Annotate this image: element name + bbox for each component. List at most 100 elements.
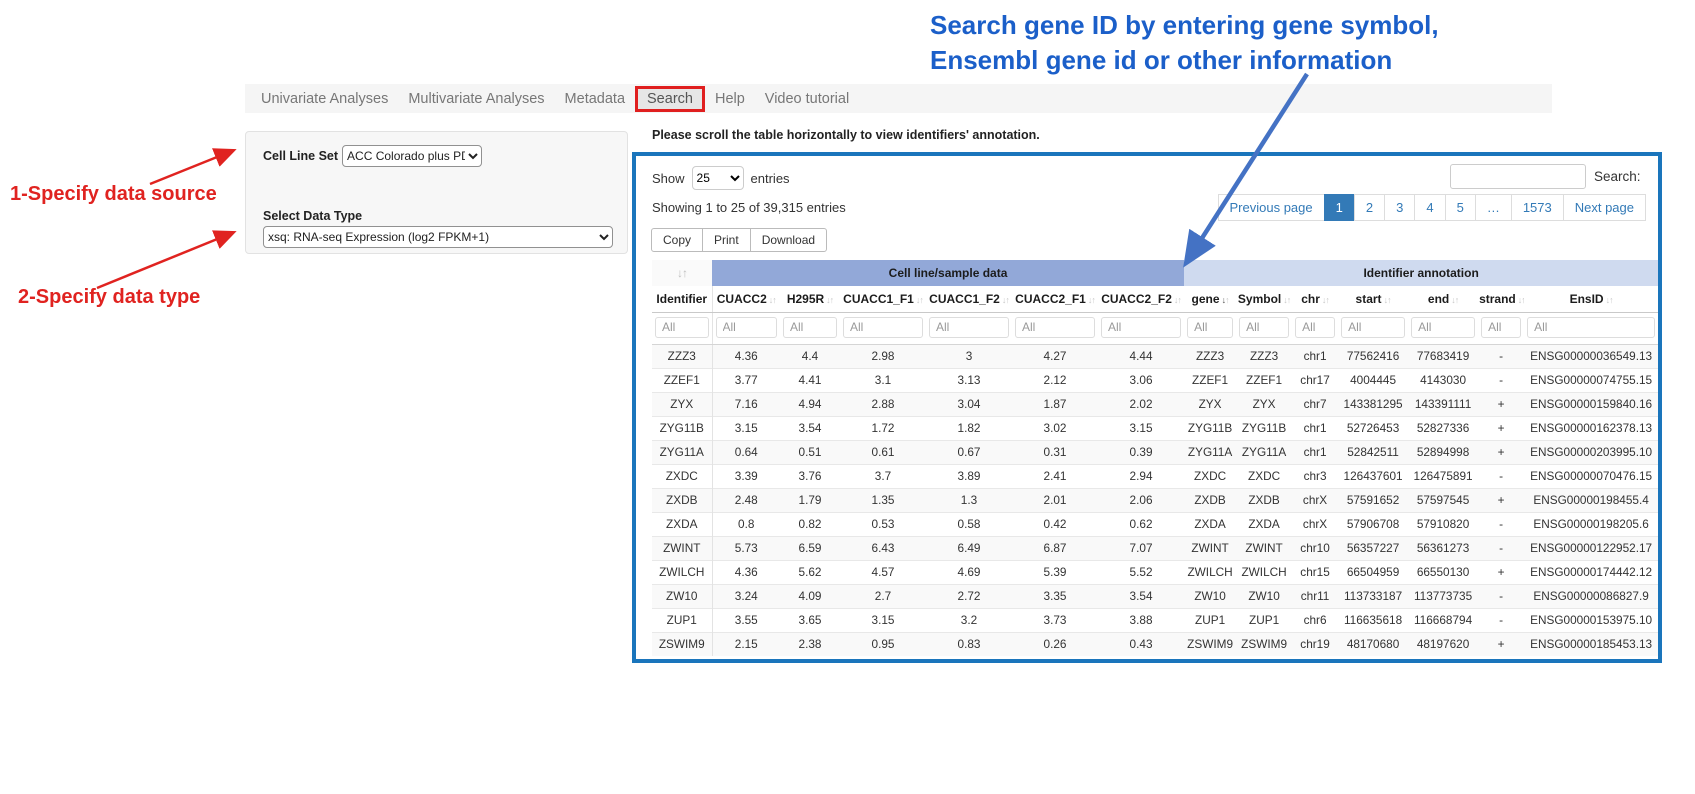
previous-page-button[interactable]: Previous page xyxy=(1218,194,1325,221)
cell-ensid: ENSG00000122952.17 xyxy=(1524,536,1658,560)
cell-identifier: ZZEF1 xyxy=(652,368,712,392)
column-header-chr[interactable]: chr↓↑ xyxy=(1292,286,1338,312)
page-ellipsis[interactable]: … xyxy=(1475,194,1512,221)
cell-symbol: ZZEF1 xyxy=(1236,368,1292,392)
column-header-gene[interactable]: gene↓↑ xyxy=(1184,286,1236,312)
cell-strand: - xyxy=(1478,464,1524,488)
column-header-symbol[interactable]: Symbol↓↑ xyxy=(1236,286,1292,312)
nav-item-metadata[interactable]: Metadata xyxy=(555,89,635,109)
nav-item-univariate-analyses[interactable]: Univariate Analyses xyxy=(251,89,398,109)
entries-label: entries xyxy=(751,171,790,186)
table-row-zswim9: ZSWIM92.152.380.950.830.260.43ZSWIM9ZSWI… xyxy=(652,632,1658,656)
cell-end: 52894998 xyxy=(1408,440,1478,464)
filter-input-cuacc2-f2[interactable] xyxy=(1101,317,1181,338)
cell-cuacc1-f1: 0.53 xyxy=(840,512,926,536)
cell-h295r: 4.09 xyxy=(780,584,840,608)
filter-input-cuacc2[interactable] xyxy=(716,317,778,338)
cell-end: 143391111 xyxy=(1408,392,1478,416)
column-header-cuacc1-f1[interactable]: CUACC1_F1↓↑ xyxy=(840,286,926,312)
print-button[interactable]: Print xyxy=(702,228,751,252)
filter-input-identifier[interactable] xyxy=(655,317,709,338)
filter-input-cuacc1-f2[interactable] xyxy=(929,317,1009,338)
column-header-start[interactable]: start↓↑ xyxy=(1338,286,1408,312)
cell-line-set-select[interactable]: ACC Colorado plus PDX xyxy=(342,145,482,167)
page-button-4[interactable]: 4 xyxy=(1414,194,1445,221)
column-header-identifier[interactable]: Identifier xyxy=(652,286,712,312)
cell-strand: - xyxy=(1478,368,1524,392)
cell-h295r: 3.76 xyxy=(780,464,840,488)
cell-cuacc1-f2: 3.89 xyxy=(926,464,1012,488)
column-header-strand[interactable]: strand↓↑ xyxy=(1478,286,1524,312)
filter-input-chr[interactable] xyxy=(1295,317,1335,338)
sort-icon: ↓↑ xyxy=(1606,295,1613,305)
column-header-cuacc2-f1[interactable]: CUACC2_F1↓↑ xyxy=(1012,286,1098,312)
cell-end: 126475891 xyxy=(1408,464,1478,488)
filter-cell-gene xyxy=(1184,312,1236,344)
cell-identifier: ZWINT xyxy=(652,536,712,560)
filter-input-symbol[interactable] xyxy=(1239,317,1289,338)
red-arrow-2 xyxy=(97,233,232,288)
cell-cuacc1-f1: 2.98 xyxy=(840,344,926,368)
group-header-identifier-annotation: Identifier annotation xyxy=(1184,260,1658,286)
page-length-select[interactable]: 25 xyxy=(692,166,744,190)
column-header-cuacc2-f2[interactable]: CUACC2_F2↓↑ xyxy=(1098,286,1184,312)
page-button-1[interactable]: 1 xyxy=(1324,194,1355,221)
page-button-2[interactable]: 2 xyxy=(1354,194,1385,221)
filter-cell-start xyxy=(1338,312,1408,344)
table-search-input[interactable] xyxy=(1450,164,1586,189)
cell-strand: - xyxy=(1478,536,1524,560)
column-header-cuacc2[interactable]: CUACC2↓↑ xyxy=(712,286,780,312)
cell-identifier: ZSWIM9 xyxy=(652,632,712,656)
cell-ensid: ENSG00000162378.13 xyxy=(1524,416,1658,440)
column-header-end[interactable]: end↓↑ xyxy=(1408,286,1478,312)
filter-input-ensid[interactable] xyxy=(1527,317,1655,338)
cell-strand: + xyxy=(1478,488,1524,512)
cell-end: 4143030 xyxy=(1408,368,1478,392)
page-button-5[interactable]: 5 xyxy=(1445,194,1476,221)
cell-cuacc2-f2: 5.52 xyxy=(1098,560,1184,584)
nav-item-help[interactable]: Help xyxy=(705,89,755,109)
cell-identifier: ZZZ3 xyxy=(652,344,712,368)
page-button-3[interactable]: 3 xyxy=(1384,194,1415,221)
cell-start: 52842511 xyxy=(1338,440,1408,464)
cell-symbol: ZYX xyxy=(1236,392,1292,416)
cell-strand: + xyxy=(1478,440,1524,464)
nav-item-multivariate-analyses[interactable]: Multivariate Analyses xyxy=(398,89,554,109)
page-button-1573[interactable]: 1573 xyxy=(1511,194,1564,221)
copy-button[interactable]: Copy xyxy=(651,228,703,252)
filter-input-h295r[interactable] xyxy=(783,317,837,338)
cell-cuacc2: 7.16 xyxy=(712,392,780,416)
cell-gene: ZXDA xyxy=(1184,512,1236,536)
filter-input-gene[interactable] xyxy=(1187,317,1233,338)
sort-icon: ↓↑ xyxy=(1322,295,1329,305)
cell-cuacc1-f1: 3.15 xyxy=(840,608,926,632)
cell-chr: chr1 xyxy=(1292,416,1338,440)
filter-input-start[interactable] xyxy=(1341,317,1405,338)
filter-input-cuacc1-f1[interactable] xyxy=(843,317,923,338)
nav-item-video-tutorial[interactable]: Video tutorial xyxy=(755,89,859,109)
download-button[interactable]: Download xyxy=(750,228,827,252)
search-label: Search: xyxy=(1594,169,1641,184)
filter-input-cuacc2-f1[interactable] xyxy=(1015,317,1095,338)
column-header-h295r[interactable]: H295R↓↑ xyxy=(780,286,840,312)
column-header-cuacc1-f2[interactable]: CUACC1_F2↓↑ xyxy=(926,286,1012,312)
cell-ensid: ENSG00000198205.6 xyxy=(1524,512,1658,536)
cell-cuacc1-f2: 3.04 xyxy=(926,392,1012,416)
table-row-zxdb: ZXDB2.481.791.351.32.012.06ZXDBZXDBchrX5… xyxy=(652,488,1658,512)
filter-input-strand[interactable] xyxy=(1481,317,1521,338)
column-label: start xyxy=(1356,292,1382,306)
cell-ensid: ENSG00000036549.13 xyxy=(1524,344,1658,368)
cell-ensid: ENSG00000070476.15 xyxy=(1524,464,1658,488)
cell-end: 66550130 xyxy=(1408,560,1478,584)
identifier-sort-cell[interactable]: ↓↑ xyxy=(652,260,712,286)
next-page-button[interactable]: Next page xyxy=(1563,194,1646,221)
cell-h295r: 4.41 xyxy=(780,368,840,392)
filter-input-end[interactable] xyxy=(1411,317,1475,338)
nav-item-search[interactable]: Search xyxy=(635,86,705,112)
cell-cuacc1-f2: 1.3 xyxy=(926,488,1012,512)
table-row-zw10: ZW103.244.092.72.723.353.54ZW10ZW10chr11… xyxy=(652,584,1658,608)
cell-chr: chr17 xyxy=(1292,368,1338,392)
table-body: ZZZ34.364.42.9834.274.44ZZZ3ZZZ3chr17756… xyxy=(652,344,1658,656)
data-type-select[interactable]: xsq: RNA-seq Expression (log2 FPKM+1) xyxy=(263,226,613,248)
column-header-ensid[interactable]: EnsID↓↑ xyxy=(1524,286,1658,312)
